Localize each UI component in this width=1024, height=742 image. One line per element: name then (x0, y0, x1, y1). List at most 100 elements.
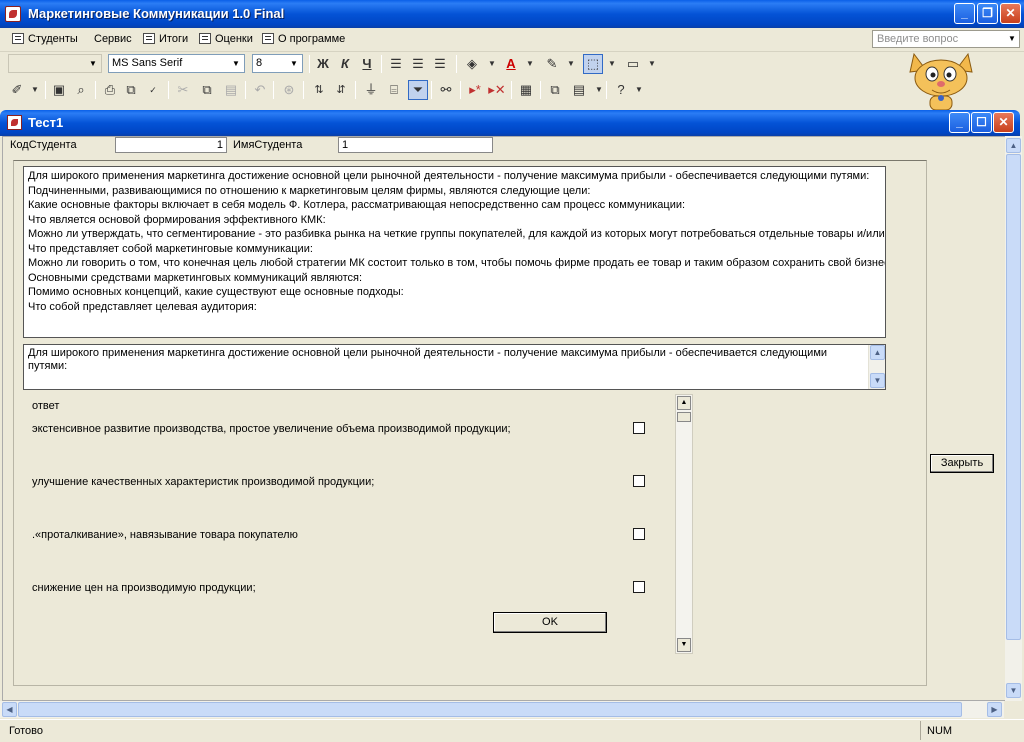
underline-button[interactable]: Ч (358, 55, 376, 73)
scroll-up-icon[interactable]: ▲ (677, 396, 691, 410)
list-item[interactable]: Что является основой формирования эффект… (28, 213, 881, 228)
chevron-down-icon[interactable]: ▼ (603, 55, 621, 73)
copy-icon[interactable]: ⧉ (198, 81, 216, 99)
scroll-right-icon[interactable]: ▶ (987, 702, 1002, 717)
list-item[interactable]: Что собой представляет целевая аудитория… (28, 300, 881, 315)
list-item[interactable]: Основными средствами маркетинговых комму… (28, 271, 881, 286)
line-width-icon[interactable]: ▭ (624, 55, 642, 73)
list-item[interactable]: Помимо основных концепций, какие существ… (28, 285, 881, 300)
border-icon[interactable]: ⬚ (583, 54, 603, 74)
answer-checkbox-4[interactable] (633, 581, 645, 593)
sort-ascending-icon[interactable]: ⇅ (310, 81, 328, 99)
search-file-icon[interactable]: ⌕ (72, 81, 90, 99)
menu-item-totals[interactable]: Итоги (143, 33, 188, 45)
apply-filter-icon[interactable]: ⏷ (408, 80, 428, 100)
answer-checkbox-1[interactable] (633, 422, 645, 434)
maximize-icon[interactable]: ☐ (971, 112, 992, 133)
object-combo[interactable]: ▼ (8, 54, 102, 73)
line-color-icon[interactable]: ✎ (543, 55, 561, 73)
align-left-icon[interactable]: ☰ (387, 55, 405, 73)
form-horizontal-scrollbar[interactable]: ◀ ▶ (0, 701, 1004, 718)
list-item[interactable]: Можно ли утверждать, что сегментирование… (28, 227, 885, 242)
save-icon[interactable]: ▣ (50, 81, 68, 99)
menu-item-grades[interactable]: Оценки (199, 33, 253, 45)
new-object-icon[interactable]: ▤ (570, 81, 588, 99)
form-title-bar[interactable]: Тест1 _ ☐ ✕ (0, 110, 1020, 136)
chevron-down-icon[interactable]: ▼ (562, 55, 580, 73)
chevron-down-icon[interactable]: ▼ (287, 56, 301, 71)
font-name-combo[interactable]: MS Sans Serif ▼ (108, 54, 245, 73)
student-code-field[interactable]: 1 (115, 137, 227, 153)
sort-descending-icon[interactable]: ⇵ (332, 81, 350, 99)
chevron-down-icon[interactable]: ▼ (26, 81, 44, 99)
chevron-down-icon[interactable]: ▼ (643, 55, 661, 73)
new-record-icon[interactable]: ▸* (466, 81, 484, 99)
fill-color-icon[interactable]: ◈ (463, 55, 481, 73)
list-item[interactable]: Можно ли говорить о том, что конечная це… (28, 256, 885, 271)
align-right-icon[interactable]: ☰ (431, 55, 449, 73)
chevron-down-icon[interactable]: ▼ (483, 55, 501, 73)
close-button[interactable]: Закрыть (930, 454, 994, 473)
form-icon[interactable] (7, 115, 22, 130)
bold-button[interactable]: Ж (314, 55, 332, 73)
list-item[interactable]: Что представляет собой маркетинговые ком… (28, 242, 881, 257)
chevron-down-icon[interactable]: ▼ (1005, 31, 1019, 47)
list-item[interactable]: Для широкого применения маркетинга дости… (28, 169, 881, 184)
italic-button[interactable]: К (336, 55, 354, 73)
minimize-icon[interactable]: _ (949, 112, 970, 133)
chevron-down-icon[interactable]: ▼ (229, 56, 243, 71)
scroll-left-icon[interactable]: ◀ (2, 702, 17, 717)
access-app-icon[interactable] (5, 6, 21, 22)
paste-icon[interactable]: ▤ (222, 81, 240, 99)
database-window-icon[interactable]: ⧉ (546, 81, 564, 99)
font-color-icon[interactable]: A (502, 55, 520, 73)
align-center-icon[interactable]: ☰ (409, 55, 427, 73)
properties-icon[interactable]: ▦ (517, 81, 535, 99)
menu-item-about[interactable]: О программе (262, 33, 345, 45)
list-item[interactable]: Подчиненными, развивающимися по отношени… (28, 184, 881, 199)
ok-button[interactable]: OK (493, 612, 607, 633)
form-vertical-scrollbar[interactable]: ▲ ▼ (1005, 136, 1022, 701)
font-size-combo[interactable]: 8 ▼ (252, 54, 303, 73)
undo-icon[interactable]: ↶ (251, 81, 269, 99)
print-preview-icon[interactable]: ⧉ (122, 81, 140, 99)
current-question-textbox[interactable]: Для широкого применения маркетинга дости… (23, 344, 886, 390)
scroll-down-icon[interactable]: ▼ (1006, 683, 1021, 698)
menu-item-students[interactable]: Студенты (12, 33, 78, 45)
design-view-icon[interactable]: ✐ (8, 81, 26, 99)
app-title-bar[interactable]: Маркетинговые Коммуникации 1.0 Final _ ❐… (0, 0, 1024, 28)
scroll-down-icon[interactable]: ▼ (677, 638, 691, 652)
office-assistant-cat[interactable] (906, 44, 976, 114)
scroll-up-icon[interactable]: ▲ (1006, 138, 1021, 153)
print-icon[interactable]: ⎙ (101, 81, 119, 99)
answer-checkbox-2[interactable] (633, 475, 645, 487)
list-item[interactable]: Какие основные факторы включает в себя м… (28, 198, 881, 213)
scroll-thumb[interactable] (18, 702, 962, 717)
scroll-up-icon[interactable]: ▲ (870, 345, 885, 360)
delete-record-icon[interactable]: ▸✕ (488, 81, 506, 99)
student-name-field[interactable]: 1 (338, 137, 493, 153)
filter-by-form-icon[interactable]: ⌸ (385, 81, 403, 99)
menu-item-service[interactable]: Сервис (94, 33, 132, 45)
answer-checkbox-3[interactable] (633, 528, 645, 540)
questions-list[interactable]: Для широкого применения маркетинга дости… (23, 166, 886, 338)
question-scrollbar[interactable]: ▲ ▼ (868, 345, 885, 389)
restore-icon[interactable]: ❐ (977, 3, 998, 24)
chevron-down-icon[interactable]: ▼ (521, 55, 539, 73)
chevron-down-icon[interactable]: ▼ (630, 81, 648, 99)
spelling-icon[interactable]: ✓ (144, 81, 162, 99)
scroll-thumb[interactable] (1006, 154, 1021, 640)
cut-icon[interactable]: ✂ (174, 81, 192, 99)
close-icon[interactable]: ✕ (993, 112, 1014, 133)
close-icon[interactable]: ✕ (1000, 3, 1021, 24)
chevron-down-icon[interactable]: ▼ (86, 56, 100, 71)
scroll-thumb[interactable] (677, 412, 691, 422)
find-icon[interactable]: ⚯ (437, 81, 455, 99)
filter-by-selection-icon[interactable]: ⏚ (362, 81, 380, 99)
answers-scrollbar[interactable]: ▲ ▼ (675, 394, 693, 654)
current-question-text: Для широкого применения маркетинга дости… (28, 347, 828, 372)
hyperlink-icon[interactable]: ⊛ (280, 81, 298, 99)
scroll-down-icon[interactable]: ▼ (870, 373, 885, 388)
minimize-icon[interactable]: _ (954, 3, 975, 24)
help-icon[interactable]: ? (612, 81, 630, 99)
